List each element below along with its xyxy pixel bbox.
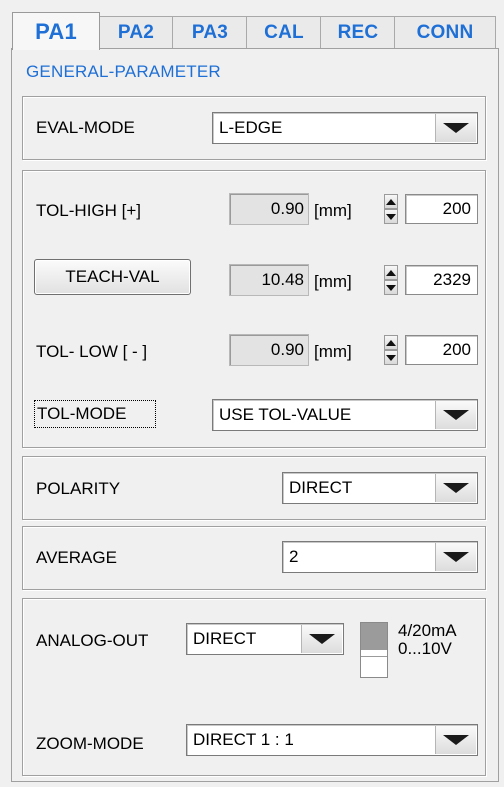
tab-pa3[interactable]: PA3 xyxy=(172,16,248,48)
section-title: GENERAL-PARAMETER xyxy=(26,62,221,81)
polarity-label: POLARITY xyxy=(36,479,121,498)
tab-pa1[interactable]: PA1 xyxy=(12,12,100,50)
average-label: AVERAGE xyxy=(36,548,117,567)
analog-out-value: DIRECT xyxy=(193,629,257,648)
tol-high-input[interactable]: 200 xyxy=(405,194,478,224)
chevron-down-icon[interactable] xyxy=(435,543,476,571)
chevron-down-icon[interactable] xyxy=(301,625,342,653)
tol-low-input[interactable]: 200 xyxy=(405,335,478,365)
chevron-down-icon[interactable] xyxy=(435,114,476,142)
tol-mode-select[interactable]: USE TOL-VALUE xyxy=(212,399,478,431)
tol-low-label: TOL- LOW [ - ] xyxy=(36,342,148,361)
tol-high-unit: [mm] xyxy=(314,201,352,220)
teach-spinner[interactable] xyxy=(384,265,398,295)
toggle-divider xyxy=(361,656,387,658)
tab-rec[interactable]: REC xyxy=(320,16,396,48)
eval-mode-label: EVAL-MODE xyxy=(36,118,135,137)
panel-edge xyxy=(99,48,499,49)
zoom-mode-label: ZOOM-MODE xyxy=(36,734,144,753)
analog-option-top: 4/20mA xyxy=(398,621,457,640)
toggle-thumb xyxy=(361,623,387,650)
tol-high-spinner[interactable] xyxy=(384,194,398,224)
polarity-value: DIRECT xyxy=(289,478,353,497)
tab-strip: PA1 PA2 PA3 CAL REC CONN xyxy=(12,12,496,50)
analog-out-label: ANALOG-OUT xyxy=(36,631,149,650)
chevron-down-icon[interactable] xyxy=(435,726,476,754)
average-value: 2 xyxy=(289,547,299,566)
tab-pa2[interactable]: PA2 xyxy=(98,16,174,48)
spin-up-icon[interactable] xyxy=(384,335,398,350)
teach-readout: 10.48 xyxy=(229,264,309,296)
spin-down-icon[interactable] xyxy=(384,350,398,365)
chevron-down-icon[interactable] xyxy=(435,474,476,502)
tol-high-readout: 0.90 xyxy=(229,193,309,225)
spin-up-icon[interactable] xyxy=(384,265,398,280)
spin-down-icon[interactable] xyxy=(384,209,398,224)
teach-unit: [mm] xyxy=(314,272,352,291)
teach-input[interactable]: 2329 xyxy=(405,265,478,295)
analog-option-bottom: 0...10V xyxy=(398,639,452,658)
eval-mode-value: L-EDGE xyxy=(219,118,283,137)
spin-down-icon[interactable] xyxy=(384,280,398,295)
tol-low-spinner[interactable] xyxy=(384,335,398,365)
tol-mode-label[interactable]: TOL-MODE xyxy=(34,400,156,428)
polarity-select[interactable]: DIRECT xyxy=(282,472,478,504)
average-select[interactable]: 2 xyxy=(282,541,478,573)
analog-out-select[interactable]: DIRECT xyxy=(186,623,344,655)
tab-conn[interactable]: CONN xyxy=(394,16,496,48)
zoom-mode-value: DIRECT 1 : 1 xyxy=(193,730,294,749)
analog-range-toggle[interactable] xyxy=(360,622,388,678)
teach-val-button[interactable]: TEACH-VAL xyxy=(34,259,191,295)
eval-mode-select[interactable]: L-EDGE xyxy=(212,112,478,144)
tol-low-readout: 0.90 xyxy=(229,334,309,366)
tol-high-label: TOL-HIGH [+] xyxy=(36,201,142,220)
tol-low-unit: [mm] xyxy=(314,342,352,361)
chevron-down-icon[interactable] xyxy=(435,401,476,429)
zoom-mode-select[interactable]: DIRECT 1 : 1 xyxy=(186,724,478,756)
tab-cal[interactable]: CAL xyxy=(246,16,322,48)
tol-mode-value: USE TOL-VALUE xyxy=(219,405,352,424)
spin-up-icon[interactable] xyxy=(384,194,398,209)
